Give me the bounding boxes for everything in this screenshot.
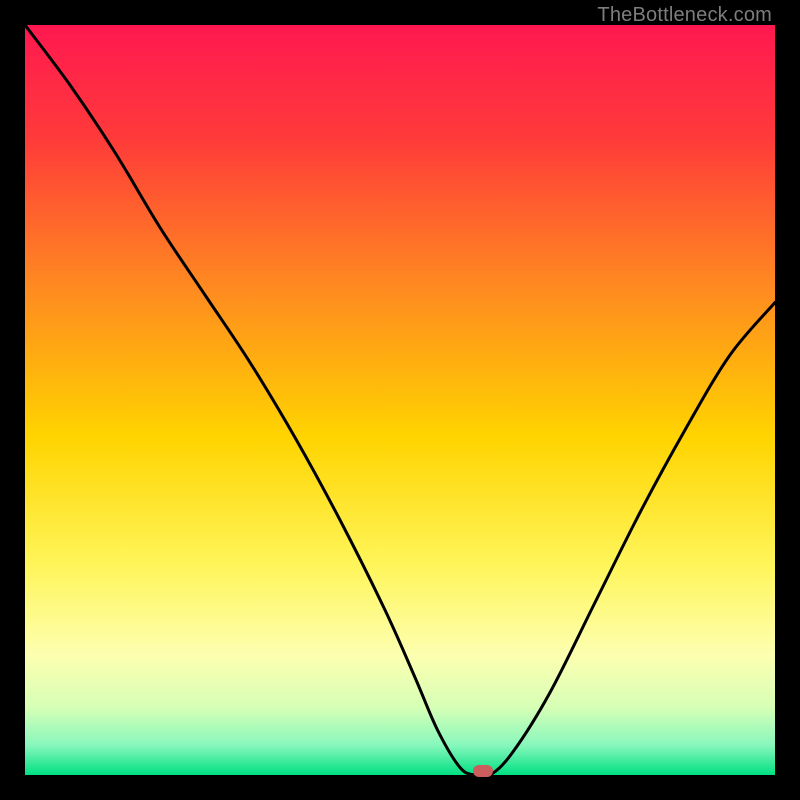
watermark-text: TheBottleneck.com (597, 4, 772, 27)
chart-frame: TheBottleneck.com (0, 0, 800, 800)
bottleneck-curve (25, 25, 775, 775)
optimum-marker (473, 765, 493, 777)
plot-area (25, 25, 775, 775)
